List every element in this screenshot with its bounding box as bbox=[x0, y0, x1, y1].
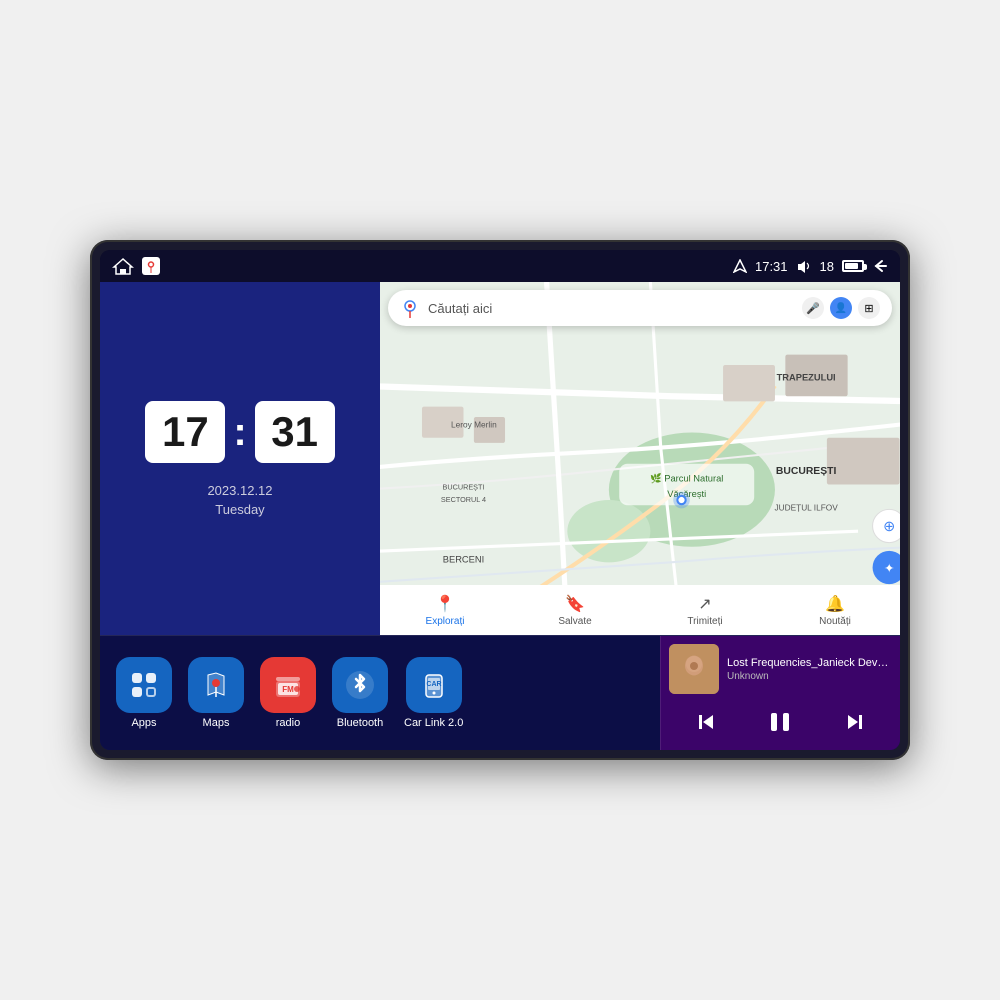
maps-icon bbox=[188, 657, 244, 713]
map-nav-bar: 📍 Explorați 🔖 Salvate ↗ Trimiteți 🔔 bbox=[380, 585, 900, 635]
status-right-icons: 17:31 18 bbox=[733, 259, 888, 274]
map-search-text[interactable]: Căutați aici bbox=[428, 301, 794, 316]
svg-text:BUCUREȘTI: BUCUREȘTI bbox=[776, 466, 837, 477]
maps-status-icon[interactable] bbox=[142, 257, 160, 275]
back-icon[interactable] bbox=[872, 259, 888, 273]
search-icons: 🎤 👤 ⊞ bbox=[802, 297, 880, 319]
svg-text:BERCENI: BERCENI bbox=[443, 554, 484, 564]
svg-text:Leroy Merlin: Leroy Merlin bbox=[451, 419, 497, 429]
layers-icon[interactable]: ⊞ bbox=[858, 297, 880, 319]
next-button[interactable] bbox=[837, 704, 873, 740]
google-maps-logo bbox=[400, 298, 420, 318]
clock-day: Tuesday bbox=[207, 502, 272, 517]
map-nav-saved[interactable]: 🔖 Salvate bbox=[510, 594, 640, 627]
apps-section: Apps Maps bbox=[100, 636, 660, 750]
media-artist: Unknown bbox=[727, 671, 892, 682]
apps-label: Apps bbox=[131, 717, 156, 729]
app-item-bluetooth[interactable]: Bluetooth bbox=[332, 657, 388, 729]
clock-minute: 31 bbox=[255, 401, 335, 463]
svg-text:JUDEȚUL ILFOV: JUDEȚUL ILFOV bbox=[774, 502, 838, 512]
explore-icon: 📍 bbox=[435, 594, 455, 614]
media-top: Lost Frequencies_Janieck Devy-... Unknow… bbox=[669, 644, 892, 694]
media-title: Lost Frequencies_Janieck Devy-... bbox=[727, 657, 892, 669]
app-item-carlink[interactable]: CAR Car Link 2.0 bbox=[404, 657, 463, 729]
svg-text:FM: FM bbox=[282, 685, 294, 694]
map-nav-news[interactable]: 🔔 Noutăți bbox=[770, 594, 900, 627]
svg-text:✦: ✦ bbox=[884, 562, 894, 576]
status-time: 17:31 bbox=[755, 259, 788, 274]
saved-icon: 🔖 bbox=[565, 594, 585, 614]
svg-text:BUCUREȘTI: BUCUREȘTI bbox=[443, 483, 485, 492]
mic-icon[interactable]: 🎤 bbox=[802, 297, 824, 319]
map-nav-explore[interactable]: 📍 Explorați bbox=[380, 594, 510, 627]
status-bar: 17:31 18 bbox=[100, 250, 900, 282]
home-icon[interactable] bbox=[112, 257, 134, 275]
main-content: 17 : 31 2023.12.12 Tuesday bbox=[100, 282, 900, 750]
map-search-bar[interactable]: Căutați aici 🎤 👤 ⊞ bbox=[388, 290, 892, 326]
svg-text:🌿 Parcul Natural: 🌿 Parcul Natural bbox=[650, 472, 723, 484]
battery-icon bbox=[842, 260, 864, 272]
svg-text:SECTORUL 4: SECTORUL 4 bbox=[441, 495, 486, 504]
clock-colon: : bbox=[233, 412, 246, 452]
clock-display: 17 : 31 bbox=[145, 401, 334, 463]
media-player: Lost Frequencies_Janieck Devy-... Unknow… bbox=[660, 636, 900, 750]
app-item-apps[interactable]: Apps bbox=[116, 657, 172, 729]
bluetooth-icon bbox=[332, 657, 388, 713]
status-left-icons bbox=[112, 257, 160, 275]
map-nav-news-label: Noutăți bbox=[819, 616, 851, 627]
navigation-icon bbox=[733, 259, 747, 273]
map-nav-share[interactable]: ↗ Trimiteți bbox=[640, 594, 770, 627]
play-pause-button[interactable] bbox=[762, 704, 798, 740]
album-art bbox=[669, 644, 719, 694]
apps-icon bbox=[116, 657, 172, 713]
top-section: 17 : 31 2023.12.12 Tuesday bbox=[100, 282, 900, 635]
app-item-radio[interactable]: FM radio bbox=[260, 657, 316, 729]
map-nav-explore-label: Explorați bbox=[426, 616, 465, 627]
radio-label: radio bbox=[276, 717, 300, 729]
volume-icon bbox=[796, 259, 812, 273]
media-controls bbox=[669, 700, 892, 744]
clock-panel: 17 : 31 2023.12.12 Tuesday bbox=[100, 282, 380, 635]
clock-date: 2023.12.12 bbox=[207, 483, 272, 498]
person-icon[interactable]: 👤 bbox=[830, 297, 852, 319]
car-screen-device: 17:31 18 bbox=[90, 240, 910, 760]
share-icon: ↗ bbox=[698, 594, 711, 614]
svg-text:⊕: ⊕ bbox=[883, 519, 895, 535]
carlink-label: Car Link 2.0 bbox=[404, 717, 463, 729]
map-nav-saved-label: Salvate bbox=[558, 616, 591, 627]
map-svg: 🌿 Parcul Natural Văcărești TRAPEZULUI BU… bbox=[380, 282, 900, 635]
date-display: 2023.12.12 Tuesday bbox=[207, 483, 272, 517]
svg-text:TRAPEZULUI: TRAPEZULUI bbox=[777, 373, 836, 383]
radio-icon: FM bbox=[260, 657, 316, 713]
bluetooth-label: Bluetooth bbox=[337, 717, 383, 729]
media-info: Lost Frequencies_Janieck Devy-... Unknow… bbox=[727, 657, 892, 682]
clock-hour: 17 bbox=[145, 401, 225, 463]
bottom-section: Apps Maps bbox=[100, 635, 900, 750]
prev-button[interactable] bbox=[688, 704, 724, 740]
map-nav-share-label: Trimiteți bbox=[687, 616, 722, 627]
app-item-maps[interactable]: Maps bbox=[188, 657, 244, 729]
carlink-icon: CAR bbox=[406, 657, 462, 713]
signal-strength: 18 bbox=[820, 259, 834, 274]
map-panel[interactable]: 🌿 Parcul Natural Văcărești TRAPEZULUI BU… bbox=[380, 282, 900, 635]
svg-text:CAR: CAR bbox=[426, 681, 441, 688]
news-icon: 🔔 bbox=[825, 594, 845, 614]
maps-label: Maps bbox=[203, 717, 230, 729]
device-screen: 17:31 18 bbox=[100, 250, 900, 750]
